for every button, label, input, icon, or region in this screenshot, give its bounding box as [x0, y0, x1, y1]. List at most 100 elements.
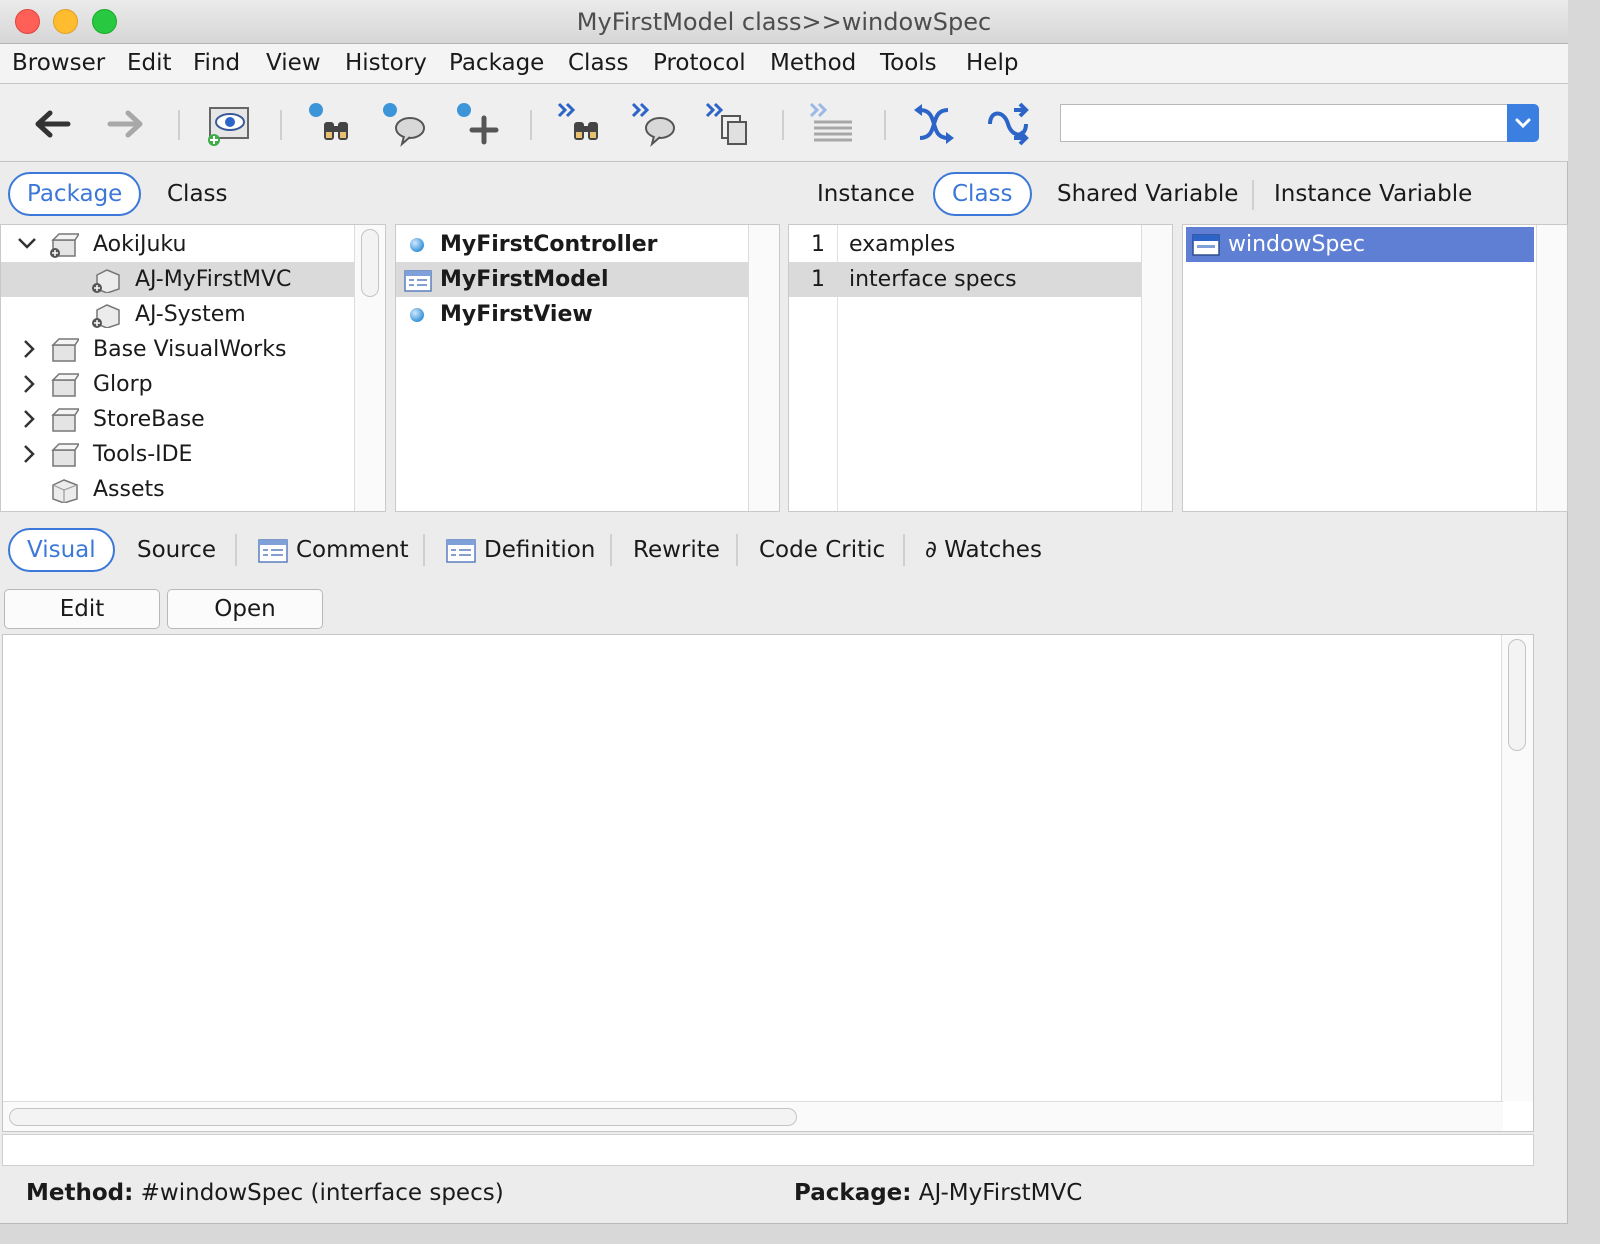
add-class-plus-icon[interactable]	[454, 100, 502, 148]
package-label: Base VisualWorks	[93, 337, 287, 362]
method-label: windowSpec	[1228, 232, 1366, 257]
method-lines-icon[interactable]	[808, 100, 856, 148]
scrollbar-thumb[interactable]	[361, 229, 379, 297]
shuffle-arrows-icon[interactable]	[984, 100, 1032, 148]
method-item-windowspec[interactable]: windowSpec	[1186, 227, 1534, 262]
package-icon	[52, 479, 78, 503]
tab-source[interactable]: Source	[118, 528, 235, 572]
back-arrow-icon[interactable]	[28, 100, 76, 148]
package-icon	[92, 304, 120, 328]
tab-watches[interactable]: ∂ Watches	[906, 528, 1061, 572]
menu-method[interactable]: Method	[770, 50, 856, 76]
tab-package[interactable]: Package	[8, 172, 142, 216]
menu-browser[interactable]: Browser	[12, 50, 105, 76]
toolbar-separator	[530, 110, 532, 140]
package-item-aokijuku[interactable]: AokiJuku	[1, 227, 354, 262]
method-documents-icon[interactable]	[704, 100, 752, 148]
package-item-storebase[interactable]: StoreBase	[1, 402, 354, 437]
menu-package[interactable]: Package	[449, 50, 544, 76]
class-list-scrollbar[interactable]	[748, 225, 779, 511]
package-item-aj-myfirstmvc[interactable]: AJ-MyFirstMVC	[1, 262, 354, 297]
package-item-tools-ide[interactable]: Tools-IDE	[1, 437, 354, 472]
search-dropdown-button[interactable]	[1507, 104, 1539, 142]
menu-class[interactable]: Class	[568, 50, 629, 76]
find-comment-bubble-icon[interactable]	[380, 100, 428, 148]
toolbar-separator	[782, 110, 784, 140]
package-list-scrollbar[interactable]	[354, 225, 385, 511]
status-package: Package: AJ-MyFirstMVC	[794, 1180, 1082, 1206]
class-item-myfirstview[interactable]: MyFirstView	[396, 297, 748, 332]
chevron-right-icon[interactable]	[19, 332, 39, 367]
class-label: MyFirstModel	[440, 267, 609, 292]
package-icon	[50, 233, 79, 258]
tab-separator	[903, 534, 905, 566]
protocol-item-examples[interactable]: 1 examples	[789, 227, 1141, 262]
tab-code-critic[interactable]: Code Critic	[740, 528, 904, 572]
chevron-right-icon[interactable]	[19, 437, 39, 472]
package-icon	[51, 373, 79, 397]
package-label: AJ-MyFirstMVC	[135, 267, 292, 292]
status-package-label: Package:	[794, 1180, 912, 1206]
chevron-down-icon	[1515, 118, 1531, 129]
protocol-item-interface-specs[interactable]: 1 interface specs	[789, 262, 1141, 297]
package-item-assets[interactable]: Assets	[1, 472, 354, 507]
method-list-scrollbar[interactable]	[1536, 225, 1567, 511]
menu-help[interactable]: Help	[966, 50, 1018, 76]
window-title: MyFirstModel class>>windowSpec	[576, 8, 992, 36]
menu-history[interactable]: History	[345, 50, 427, 76]
find-class-binoculars-icon[interactable]	[306, 100, 354, 148]
chevron-right-icon[interactable]	[19, 367, 39, 402]
scrollbar-thumb[interactable]	[9, 1108, 797, 1126]
protocol-count: 1	[811, 232, 825, 257]
status-package-value: AJ-MyFirstMVC	[911, 1180, 1083, 1206]
package-label: AJ-System	[135, 302, 246, 327]
class-label: MyFirstController	[440, 232, 658, 257]
menu-bar: Browser Edit Find View History Package C…	[0, 44, 1568, 84]
menu-view[interactable]: View	[266, 50, 321, 76]
menu-tools[interactable]: Tools	[880, 50, 937, 76]
tab-rewrite[interactable]: Rewrite	[614, 528, 739, 572]
refresh-arrows-icon[interactable]	[910, 100, 958, 148]
method-list: windowSpec	[1182, 224, 1568, 512]
menu-edit[interactable]: Edit	[127, 50, 172, 76]
chevron-right-icon[interactable]	[19, 402, 39, 437]
inspect-eye-icon[interactable]	[204, 100, 252, 148]
open-button[interactable]: Open	[167, 589, 323, 629]
find-method-binoculars-icon[interactable]	[556, 100, 604, 148]
class-label: MyFirstView	[440, 302, 593, 327]
tab-visual[interactable]: Visual	[8, 528, 115, 572]
class-item-myfirstmodel[interactable]: MyFirstModel	[396, 262, 748, 297]
comment-window-icon	[258, 538, 288, 563]
package-item-aj-system[interactable]: AJ-System	[1, 297, 354, 332]
package-label: Tools-IDE	[93, 442, 193, 467]
method-comment-bubble-icon[interactable]	[630, 100, 678, 148]
tab-instance[interactable]: Instance	[798, 172, 934, 216]
forward-arrow-icon[interactable]	[102, 100, 150, 148]
search-combo-input[interactable]	[1060, 104, 1508, 142]
visual-editor-area[interactable]	[2, 634, 1534, 1132]
package-item-glorp[interactable]: Glorp	[1, 367, 354, 402]
tab-class-side[interactable]: Class	[933, 172, 1032, 216]
menu-find[interactable]: Find	[193, 50, 240, 76]
editor-horizontal-scrollbar[interactable]	[3, 1101, 1503, 1131]
class-list: MyFirstController MyFirstModel MyFirstVi…	[395, 224, 780, 512]
chevron-down-icon[interactable]	[17, 227, 37, 262]
edit-button[interactable]: Edit	[4, 589, 160, 629]
package-item-base-visualworks[interactable]: Base VisualWorks	[1, 332, 354, 367]
tab-definition-label: Definition	[484, 537, 596, 563]
tab-comment[interactable]: Comment	[240, 528, 428, 572]
editor-vertical-scrollbar[interactable]	[1501, 635, 1533, 1101]
tab-definition[interactable]: Definition	[428, 528, 614, 572]
scrollbar-thumb[interactable]	[1508, 639, 1526, 751]
tab-separator	[610, 534, 612, 566]
tab-separator	[736, 534, 738, 566]
package-label: AokiJuku	[93, 232, 187, 257]
tab-class[interactable]: Class	[148, 172, 247, 216]
package-icon	[51, 338, 79, 362]
toolbar-separator	[178, 110, 180, 140]
protocol-list-scrollbar[interactable]	[1141, 225, 1172, 511]
tab-instance-variable[interactable]: Instance Variable	[1255, 172, 1491, 216]
class-item-myfirstcontroller[interactable]: MyFirstController	[396, 227, 748, 262]
menu-protocol[interactable]: Protocol	[653, 50, 746, 76]
tab-shared-variable[interactable]: Shared Variable	[1038, 172, 1257, 216]
